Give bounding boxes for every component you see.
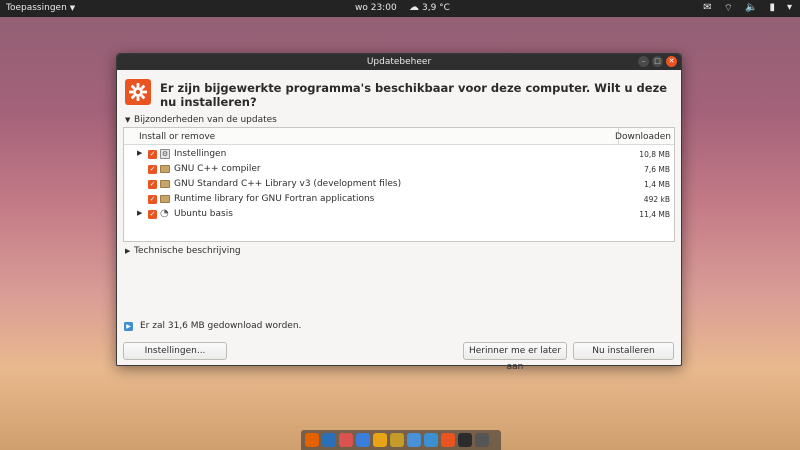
install-now-button[interactable]: Nu installeren <box>573 342 674 360</box>
firefox-icon[interactable] <box>305 433 319 447</box>
vlc-icon[interactable] <box>373 433 387 447</box>
dock <box>301 430 501 450</box>
row-size: 11,4 MB <box>639 210 670 219</box>
table-row[interactable]: ▶ ✓ ◔ Ubuntu basis 11,4 MB <box>124 207 674 222</box>
power-menu-icon[interactable]: ▾ <box>787 2 792 15</box>
row-size: 1,4 MB <box>644 180 670 189</box>
column-header-name[interactable]: Install or remove <box>139 132 215 142</box>
qbittorrent-icon[interactable] <box>356 433 370 447</box>
settings-button[interactable]: Instellingen... <box>123 342 227 360</box>
dialog-heading: Er zijn bijgewerkte programma's beschikb… <box>160 81 668 109</box>
checkbox[interactable]: ✓ <box>148 150 157 159</box>
updates-tree[interactable]: Install or remove Downloaden ▶ ✓ ⚙ Inste… <box>123 127 675 242</box>
remind-later-button[interactable]: Herinner me er later aan <box>463 342 567 372</box>
system-monitor-icon[interactable] <box>390 433 404 447</box>
software-updater-icon <box>125 79 151 105</box>
table-row[interactable]: ✓ GNU C++ compiler 7,6 MB <box>124 162 674 177</box>
checkbox[interactable]: ✓ <box>148 210 157 219</box>
close-icon[interactable]: ✕ <box>666 56 677 67</box>
wifi-icon[interactable]: ⌔ <box>724 2 733 15</box>
chevron-down-icon: ▼ <box>69 4 76 12</box>
table-row[interactable]: ▶ ✓ ⚙ Instellingen 10,8 MB <box>124 147 674 162</box>
battery-icon[interactable]: ▮ <box>769 2 775 15</box>
download-status: ▶ Er zal 31,6 MB gedownload worden. <box>124 321 301 331</box>
thunderbird-icon[interactable] <box>322 433 336 447</box>
tree-header: Install or remove Downloaden <box>124 128 674 145</box>
window-title: Updatebeheer <box>366 57 432 67</box>
package-icon <box>160 180 170 188</box>
column-header-size[interactable]: Downloaden <box>615 132 671 142</box>
notification-icon[interactable]: ✉ <box>703 2 711 15</box>
weather-indicator[interactable]: ☁ 3,9 °C <box>409 2 450 13</box>
activities-menu[interactable]: Toepassingen ▼ <box>6 3 75 13</box>
row-name: Ubuntu basis <box>174 209 233 219</box>
triangle-right-icon: ▶ <box>125 247 131 255</box>
row-size: 7,6 MB <box>644 165 670 174</box>
update-icon[interactable] <box>424 433 438 447</box>
checkbox[interactable]: ✓ <box>148 195 157 204</box>
row-name: GNU C++ compiler <box>174 164 261 174</box>
clock[interactable]: wo 23:00 <box>355 3 397 13</box>
activities-label: Toepassingen <box>6 3 67 13</box>
row-name: Instellingen <box>174 149 227 159</box>
remote-desktop-icon[interactable] <box>475 433 489 447</box>
window-titlebar[interactable]: Updatebeheer – □ ✕ <box>117 54 681 70</box>
row-size: 10,8 MB <box>639 150 670 159</box>
row-size: 492 kB <box>643 195 670 204</box>
checkbox[interactable]: ✓ <box>148 180 157 189</box>
files-icon[interactable] <box>407 433 421 447</box>
row-name: Runtime library for GNU Fortran applicat… <box>174 194 375 204</box>
cloud-icon: ☁ <box>409 2 419 13</box>
technical-description-label: Technische beschrijving <box>134 246 241 256</box>
table-row[interactable]: ✓ GNU Standard C++ Library v3 (developme… <box>124 177 674 192</box>
download-status-text: Er zal 31,6 MB gedownload worden. <box>140 321 302 331</box>
minimize-icon[interactable]: – <box>638 56 649 67</box>
details-expander[interactable]: ▼ Bijzonderheden van de updates <box>125 115 277 125</box>
ubuntu-icon: ◔ <box>160 208 169 219</box>
settings-icon: ⚙ <box>160 149 170 159</box>
checkbox[interactable]: ✓ <box>148 165 157 174</box>
update-manager-window: Updatebeheer – □ ✕ Er zijn bijgewerkte p… <box>116 53 682 372</box>
volume-icon[interactable]: 🔈 <box>745 2 757 15</box>
maximize-icon[interactable]: □ <box>652 56 663 67</box>
details-expander-label: Bijzonderheden van de updates <box>134 115 277 125</box>
package-icon <box>160 165 170 173</box>
top-panel: Toepassingen ▼ wo 23:00 ☁ 3,9 °C ✉ ⌔ 🔈 ▮ ▾ <box>0 0 800 17</box>
expand-arrow-icon[interactable]: ▶ <box>137 149 142 157</box>
weather-temperature: 3,9 °C <box>422 3 450 13</box>
software-icon[interactable] <box>339 433 353 447</box>
technical-description-expander[interactable]: ▶ Technische beschrijving <box>125 246 241 256</box>
triangle-down-icon: ▼ <box>125 116 131 124</box>
software-updater-icon[interactable] <box>441 433 455 447</box>
system-tray: ✉ ⌔ 🔈 ▮ ▾ <box>703 2 792 15</box>
info-icon: ▶ <box>124 321 133 331</box>
row-name: GNU Standard C++ Library v3 (development… <box>174 179 402 189</box>
terminal-icon[interactable] <box>458 433 472 447</box>
table-row[interactable]: ✓ Runtime library for GNU Fortran applic… <box>124 192 674 207</box>
expand-arrow-icon[interactable]: ▶ <box>137 209 142 217</box>
package-icon <box>160 195 170 203</box>
